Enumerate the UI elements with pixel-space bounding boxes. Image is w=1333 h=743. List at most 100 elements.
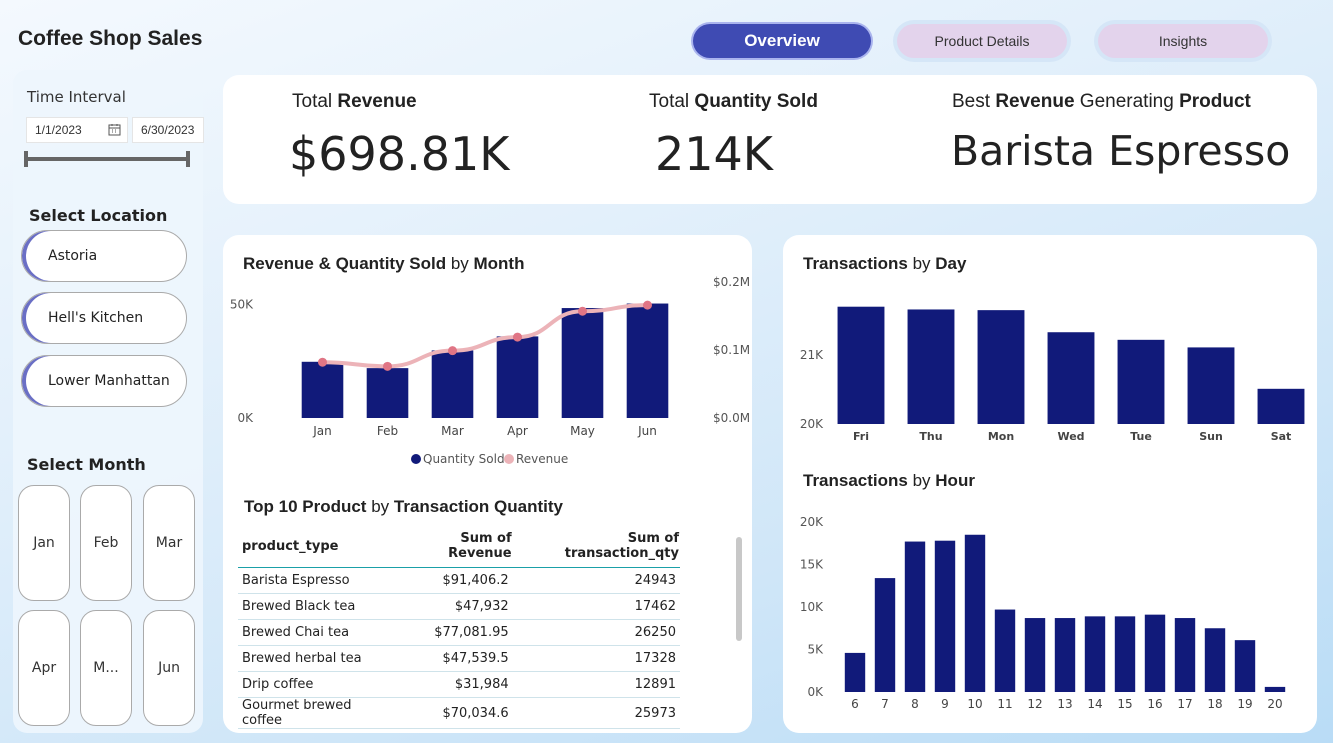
x-axis-tick: 8 [911, 697, 919, 711]
x-axis-tick: 7 [881, 697, 889, 711]
col-sum-qty[interactable]: Sum of transaction_qty [512, 525, 680, 568]
hour-title-b: by [907, 471, 936, 490]
quantity-bar [626, 303, 669, 418]
location-astoria[interactable]: Astoria [21, 230, 187, 282]
table-row[interactable]: Brewed herbal tea $47,539.5 17328 [238, 645, 680, 672]
day-bar [977, 310, 1025, 424]
quantity-bar [301, 361, 344, 418]
day-bar [1047, 332, 1095, 424]
table-row[interactable]: Brewed Chai tea $77,081.95 26250 [238, 619, 680, 646]
total-revenue-label-bold: Revenue [337, 91, 417, 112]
app-title: Coffee Shop Sales [18, 27, 203, 50]
hour-bar [1114, 616, 1136, 692]
x-axis-tick: Tue [1130, 430, 1152, 443]
x-axis-tick: 17 [1177, 697, 1192, 711]
location-hells-kitchen[interactable]: Hell's Kitchen [21, 292, 187, 344]
x-axis-tick: 10 [967, 697, 982, 711]
filter-sidebar: Time Interval 1/1/2023 6/30/2023 Select … [13, 70, 204, 733]
y-axis-tick: 15K [800, 558, 824, 572]
month-feb[interactable]: Feb [80, 485, 132, 601]
hour-bar [1234, 640, 1256, 692]
month-jan[interactable]: Jan [18, 485, 70, 601]
slider-start-handle[interactable] [24, 151, 28, 167]
x-axis-tick: Mar [441, 424, 464, 438]
total-quantity-label-text: Total [649, 91, 695, 112]
location-lower-manhattan[interactable]: Lower Manhattan [21, 355, 187, 407]
month-jun[interactable]: Jun [143, 610, 195, 726]
product-type-cell: Gourmet brewed coffee [238, 697, 395, 729]
hour-bar [1084, 616, 1106, 692]
legend-quantity-label: Quantity Sold [423, 452, 505, 466]
product-type-cell: Brewed Black tea [238, 593, 395, 620]
best-product-label: Best Revenue Generating Product [952, 91, 1251, 113]
x-axis-tick: May [570, 424, 595, 438]
top-title-c: Transaction Quantity [393, 497, 563, 516]
best-product-label-b: Revenue [995, 91, 1075, 112]
y-axis-tick: 0K [807, 685, 824, 699]
right-axis-tick: $0.2M [713, 275, 750, 289]
hour-chart: 20K 15K 10K 5K 0K 6 7 8 9 10 11 12 13 14 15 16 17 18 19 20 [800, 515, 1286, 711]
revenue-point [578, 306, 587, 316]
revenue-cell: $70,034.6 [394, 697, 513, 729]
revenue-cell: $31,984 [394, 671, 513, 698]
day-title-b: by [907, 254, 936, 273]
start-date-input[interactable]: 1/1/2023 [26, 117, 128, 143]
day-bar [1187, 347, 1235, 424]
x-axis-tick: 19 [1237, 697, 1252, 711]
month-apr[interactable]: Apr [18, 610, 70, 726]
best-product-label-d: Product [1179, 91, 1251, 112]
product-details-tab[interactable]: Product Details [897, 24, 1067, 58]
revenue-point [448, 346, 457, 356]
hour-bar [994, 609, 1016, 692]
overview-tab[interactable]: Overview [693, 24, 871, 58]
revenue-point [318, 357, 327, 367]
total-revenue-value: $698.81K [289, 127, 510, 181]
right-axis-tick: $0.0M [713, 411, 750, 425]
hour-bar [1264, 686, 1286, 692]
hour-chart-title: Transactions by Hour [803, 471, 975, 491]
qty-cell: 26250 [512, 619, 680, 646]
day-bar [907, 309, 955, 424]
product-type-cell: Barista Espresso [238, 567, 395, 594]
day-title-a: Transactions [803, 254, 908, 273]
date-range-slider[interactable] [24, 157, 190, 161]
hour-bar [874, 578, 896, 692]
x-axis-tick: 9 [941, 697, 949, 711]
total-revenue-label: Total Revenue [292, 91, 417, 113]
qty-cell: 17328 [512, 645, 680, 672]
qty-cell: 24943 [512, 567, 680, 594]
time-interval-label: Time Interval [27, 88, 126, 106]
legend-revenue-marker [504, 454, 514, 464]
calendar-icon[interactable] [108, 123, 121, 139]
top-products-title: Top 10 Product by Transaction Quantity [244, 497, 563, 517]
slider-end-handle[interactable] [186, 151, 190, 167]
month-may[interactable]: M... [80, 610, 132, 726]
hour-title-a: Transactions [803, 471, 908, 490]
qty-cell: 12891 [512, 671, 680, 698]
qty-cell: 17462 [512, 593, 680, 620]
table-scrollbar[interactable] [736, 537, 742, 641]
top-title-a: Top 10 Product [244, 497, 367, 516]
col-sum-revenue[interactable]: Sum of Revenue [394, 525, 513, 568]
product-type-cell: Brewed Chai tea [238, 619, 395, 646]
table-row[interactable]: Brewed Black tea $47,932 17462 [238, 593, 680, 620]
table-row[interactable]: Gourmet brewed coffee $70,034.6 25973 [238, 697, 680, 729]
revenue-point [643, 300, 652, 310]
x-axis-tick: 20 [1267, 697, 1282, 711]
end-date-input[interactable]: 6/30/2023 [132, 117, 204, 143]
table-row[interactable]: Drip coffee $31,984 12891 [238, 671, 680, 698]
x-axis-tick: 18 [1207, 697, 1222, 711]
hour-bar [904, 541, 926, 692]
month-mar[interactable]: Mar [143, 485, 195, 601]
table-row[interactable]: Barista Espresso $91,406.2 24943 [238, 567, 680, 594]
revenue-point [513, 332, 522, 342]
insights-tab[interactable]: Insights [1098, 24, 1268, 58]
top-products-table: product_type Sum of Revenue Sum of trans… [238, 525, 680, 729]
y-axis-tick: 21K [800, 348, 824, 362]
product-type-cell: Drip coffee [238, 671, 395, 698]
y-axis-tick: 10K [800, 600, 824, 614]
product-type-cell: Brewed herbal tea [238, 645, 395, 672]
x-axis-tick: 11 [997, 697, 1012, 711]
x-axis-tick: Apr [507, 424, 528, 438]
col-product-type[interactable]: product_type [238, 525, 395, 568]
